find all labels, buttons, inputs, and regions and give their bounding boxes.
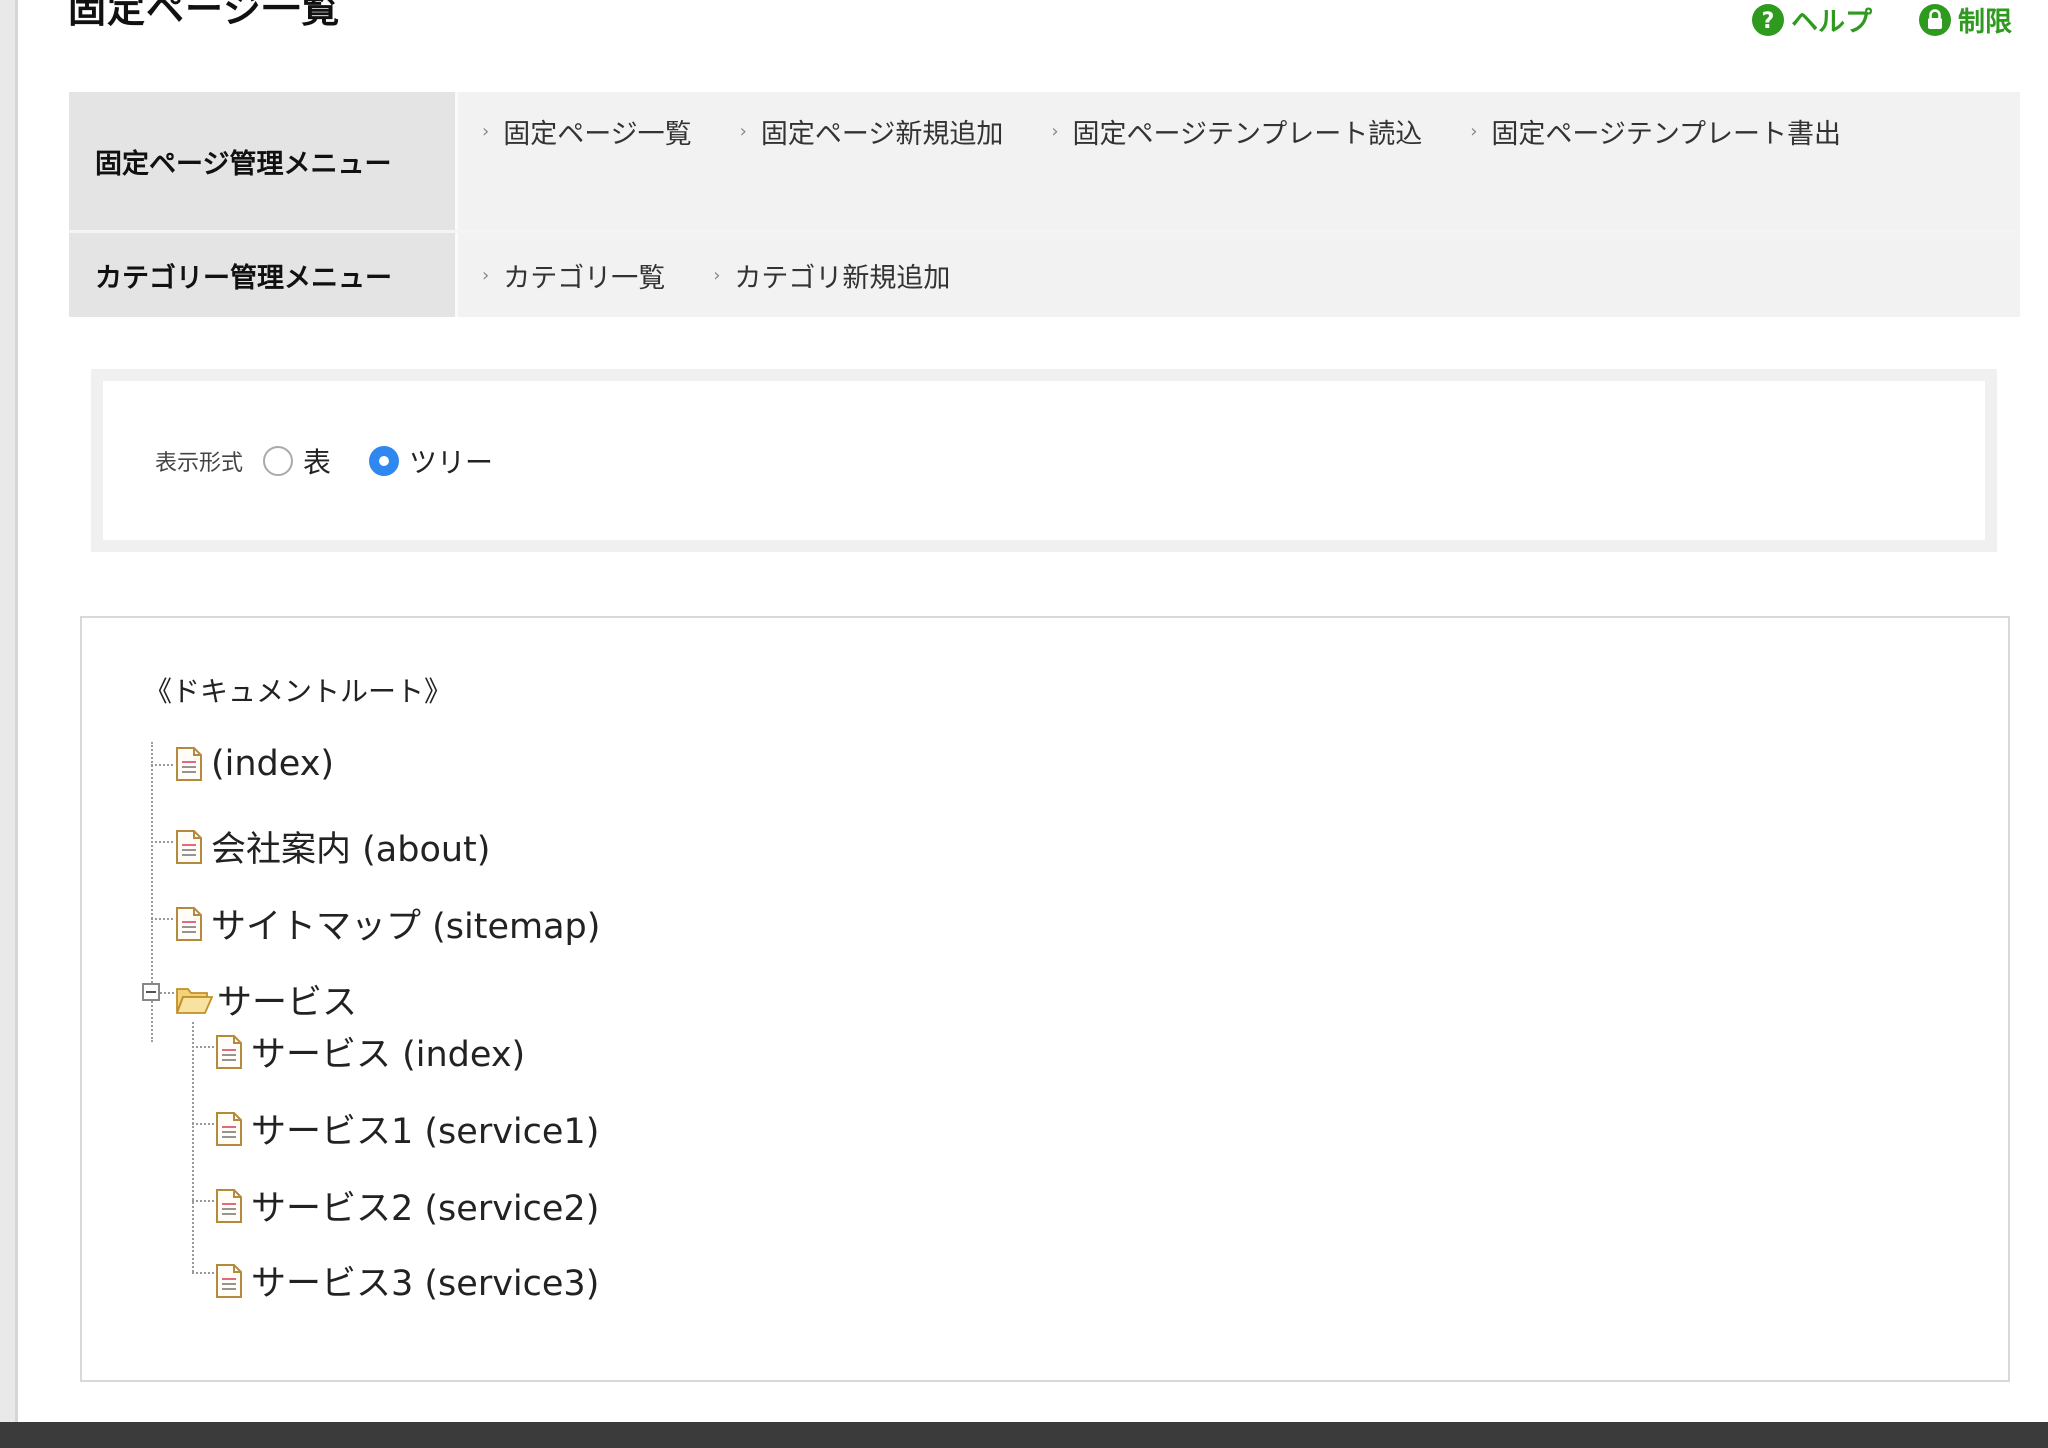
document-icon	[215, 1263, 243, 1298]
document-icon	[175, 829, 203, 864]
tree-node-service1[interactable]: サービス1 (service1)	[215, 1103, 599, 1154]
chevron-right-icon: ›	[482, 264, 490, 286]
display-mode-table-option[interactable]: 表	[263, 441, 331, 481]
chevron-right-icon: ›	[739, 121, 747, 142]
radio-table-label: 表	[303, 445, 332, 479]
chevron-right-icon: ›	[1470, 121, 1478, 142]
admin-menu-table: 固定ページ管理メニュー › 固定ページ一覧 › 固定ページ新規追加 › 固定ペー…	[69, 92, 2020, 317]
display-mode-panel: 表示形式 表 ツリー	[91, 369, 1997, 552]
tree-node-service-folder[interactable]: サービス	[175, 974, 357, 1025]
tree-node-service-index[interactable]: サービス (index)	[215, 1026, 525, 1077]
left-rail	[0, 0, 18, 1422]
tree-node-service2[interactable]: サービス2 (service2)	[215, 1180, 599, 1231]
document-icon	[175, 906, 203, 941]
lock-icon	[1918, 3, 1952, 37]
page-menu-row: 固定ページ管理メニュー › 固定ページ一覧 › 固定ページ新規追加 › 固定ペー…	[69, 92, 2020, 230]
tree-node-sitemap[interactable]: サイトマップ (sitemap)	[175, 898, 600, 949]
menu-link-label: カテゴリ一覧	[503, 262, 666, 294]
help-link-label: ヘルプ	[1791, 7, 1872, 38]
menu-link-category-list[interactable]: › カテゴリ一覧	[482, 256, 665, 295]
tree-connector	[192, 1272, 214, 1274]
category-menu-row: カテゴリー管理メニュー › カテゴリ一覧 › カテゴリ新規追加	[69, 230, 2020, 317]
tree-root-label: 《ドキュメントルート》	[144, 675, 453, 708]
menu-link-label: 固定ページ一覧	[503, 119, 692, 150]
tree-node-label: サービス2 (service2)	[251, 1189, 600, 1229]
collapse-toggle[interactable]	[142, 983, 160, 1001]
menu-link-label: 固定ページテンプレート書出	[1491, 119, 1842, 150]
tree-node-about[interactable]: 会社案内 (about)	[175, 821, 490, 872]
menu-link-template-export[interactable]: › 固定ページテンプレート書出	[1470, 112, 1841, 151]
document-icon	[215, 1034, 243, 1069]
tree-connector	[151, 918, 173, 920]
menu-link-page-add[interactable]: › 固定ページ新規追加	[740, 112, 1004, 151]
page-tree-panel: 《ドキュメントルート》 (index) 会社案内 (about) サイトマップ …	[80, 616, 2010, 1382]
tree-node-label: サービス (index)	[251, 1035, 526, 1075]
tree-node-label: サービス1 (service1)	[251, 1112, 600, 1152]
display-mode-tree-option[interactable]: ツリー	[369, 441, 493, 481]
tree-node-index[interactable]: (index)	[175, 744, 334, 784]
menu-link-label: カテゴリ新規追加	[734, 262, 951, 294]
svg-text:?: ?	[1762, 9, 1775, 34]
category-menu-heading: カテゴリー管理メニュー	[69, 233, 455, 317]
menu-link-category-add[interactable]: › カテゴリ新規追加	[713, 256, 950, 295]
top-links: ? ヘルプ 制限	[1751, 0, 2012, 39]
tree-node-label: 会社案内 (about)	[211, 830, 491, 870]
chevron-right-icon: ›	[482, 121, 490, 142]
restriction-link[interactable]: 制限	[1918, 0, 2012, 39]
radio-table[interactable]	[263, 445, 294, 476]
page-title: 固定ページ一覧	[68, 0, 341, 31]
tree-node-label: サイトマップ (sitemap)	[211, 907, 601, 947]
page-menu-heading: 固定ページ管理メニュー	[69, 92, 455, 230]
help-icon: ?	[1751, 3, 1785, 37]
document-icon	[215, 1188, 243, 1223]
tree-node-service3[interactable]: サービス3 (service3)	[215, 1255, 599, 1306]
tree-guide-line	[192, 1022, 194, 1272]
display-mode-label: 表示形式	[155, 450, 244, 476]
tree-connector	[192, 1123, 214, 1125]
chevron-right-icon: ›	[1051, 121, 1059, 142]
menu-link-label: 固定ページテンプレート読込	[1072, 119, 1423, 150]
tree-connector	[192, 1200, 214, 1202]
tree-connector	[151, 764, 173, 766]
folder-open-icon	[175, 985, 213, 1015]
restriction-link-label: 制限	[1958, 7, 2012, 38]
menu-link-page-list[interactable]: › 固定ページ一覧	[482, 112, 692, 151]
page-menu-links: › 固定ページ一覧 › 固定ページ新規追加 › 固定ページテンプレート読込 › …	[455, 92, 2020, 230]
tree-node-label: (index)	[211, 744, 335, 784]
chevron-right-icon: ›	[713, 264, 721, 286]
tree-connector	[160, 992, 174, 994]
tree-connector	[151, 841, 173, 843]
menu-link-label: 固定ページ新規追加	[760, 119, 1004, 150]
help-link[interactable]: ? ヘルプ	[1751, 0, 1872, 39]
tree-connector	[192, 1046, 214, 1048]
tree-node-label: サービス	[217, 983, 358, 1023]
bottom-bar	[0, 1422, 2048, 1448]
menu-link-template-import[interactable]: › 固定ページテンプレート読込	[1051, 112, 1422, 151]
radio-tree-label: ツリー	[409, 445, 494, 479]
document-icon	[215, 1111, 243, 1146]
display-mode-inner: 表示形式 表 ツリー	[103, 381, 1985, 540]
category-menu-links: › カテゴリ一覧 › カテゴリ新規追加	[455, 233, 2020, 317]
tree-node-label: サービス3 (service3)	[251, 1264, 600, 1304]
document-icon	[175, 747, 203, 781]
radio-tree[interactable]	[369, 445, 400, 476]
